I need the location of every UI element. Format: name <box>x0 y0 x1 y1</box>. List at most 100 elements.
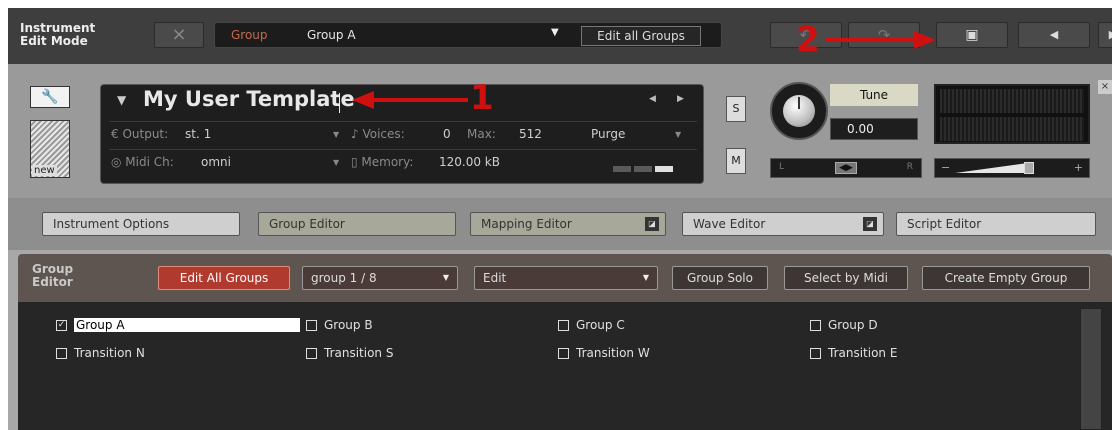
volume-fill <box>955 163 1028 173</box>
editor-tab-bar: Instrument Options Group Editor Mapping … <box>8 198 1112 250</box>
group-selector-label: Group <box>231 28 268 42</box>
pan-left-label: L <box>779 162 785 172</box>
tab-label: Group Editor <box>269 217 345 231</box>
edit-all-groups-toggle[interactable]: Edit all Groups <box>581 26 701 46</box>
mode-title: Instrument Edit Mode <box>20 22 95 48</box>
midi-channel-value[interactable]: omni <box>201 155 231 169</box>
close-instrument-icon[interactable]: × <box>1098 80 1112 94</box>
group-item[interactable]: Transition W <box>558 346 758 362</box>
level-meter-left <box>940 89 1084 113</box>
purge-indicator <box>613 161 676 175</box>
tab-wave-editor[interactable]: Wave Editor ◪ <box>682 212 884 236</box>
tune-label: Tune <box>830 84 918 106</box>
group-selector-value: Group A <box>307 28 356 42</box>
group-item-name[interactable]: Group C <box>576 318 625 332</box>
group-item[interactable]: Transition S <box>306 346 506 362</box>
knob-pointer <box>798 97 800 109</box>
group-selector[interactable]: Group Group A ▼ Edit all Groups <box>214 22 722 48</box>
checkbox-icon[interactable] <box>810 320 821 331</box>
group-item[interactable]: Transition N <box>56 346 276 362</box>
purge-menu[interactable]: Purge <box>591 127 625 141</box>
collapse-chevron-icon[interactable]: ▼ <box>117 93 126 107</box>
floppy-disk-icon: ▣ <box>965 27 979 43</box>
close-icon: × <box>171 24 187 45</box>
midi-channel-label: ◎ Midi Ch: <box>111 155 174 169</box>
mute-button[interactable]: M <box>726 148 746 174</box>
popout-icon[interactable]: ◪ <box>645 217 659 231</box>
volume-slider[interactable]: − + <box>934 158 1090 178</box>
tab-group-editor[interactable]: Group Editor <box>258 212 456 236</box>
purge-bar <box>634 166 652 172</box>
edit-menu-select[interactable]: Edit ▼ <box>474 266 658 290</box>
create-empty-group-button[interactable]: Create Empty Group <box>922 266 1090 290</box>
output-dropdown-icon[interactable]: ▼ <box>333 130 339 139</box>
close-edit-mode-button[interactable]: × <box>154 22 204 48</box>
tab-label: Wave Editor <box>693 217 766 231</box>
checkbox-icon[interactable] <box>558 348 569 359</box>
checkbox-icon[interactable] <box>56 348 67 359</box>
chevron-down-icon: ▼ <box>551 27 559 38</box>
checkbox-icon[interactable] <box>810 348 821 359</box>
previous-instrument-button[interactable]: ◀ <box>1018 22 1090 48</box>
group-item-name[interactable]: Group B <box>324 318 373 332</box>
text-cursor <box>339 93 340 113</box>
group-list-scrollbar[interactable] <box>1080 308 1102 430</box>
checkbox-checked-icon[interactable]: ✓ <box>56 320 67 331</box>
select-by-midi-button[interactable]: Select by Midi <box>784 266 908 290</box>
group-item[interactable]: Transition E <box>810 346 1010 362</box>
output-value[interactable]: st. 1 <box>185 127 211 141</box>
group-item-name[interactable]: Group D <box>828 318 878 332</box>
group-item-name[interactable]: Transition S <box>324 346 393 360</box>
purge-bar <box>613 166 631 172</box>
memory-label: ▯ Memory: <box>351 155 414 169</box>
pan-thumb[interactable]: ◀▶ <box>835 162 857 174</box>
group-item-name[interactable]: Group A <box>74 318 300 332</box>
group-item-name[interactable]: Transition W <box>576 346 650 360</box>
group-page-select-value: group 1 / 8 <box>311 271 377 285</box>
checkbox-icon[interactable] <box>306 348 317 359</box>
group-item[interactable]: Group D <box>810 318 1010 334</box>
instrument-nav-left-icon[interactable]: ◀ <box>649 94 656 104</box>
top-bar: Instrument Edit Mode × Group Group A ▼ E… <box>8 8 1112 64</box>
max-voices-value[interactable]: 512 <box>519 127 542 141</box>
group-item[interactable]: ✓ Group A <box>56 318 300 334</box>
instrument-edit-button[interactable]: 🔧 <box>30 86 70 108</box>
annotation-number-1: 1 <box>470 78 494 118</box>
purge-dropdown-icon[interactable]: ▼ <box>675 130 681 139</box>
wrench-icon: 🔧 <box>41 89 59 105</box>
tab-mapping-editor[interactable]: Mapping Editor ◪ <box>470 212 666 236</box>
memory-value: 120.00 kB <box>439 155 500 169</box>
pan-slider[interactable]: L ◀▶ R <box>770 158 922 178</box>
group-item-name[interactable]: Transition N <box>74 346 145 360</box>
tab-script-editor[interactable]: Script Editor <box>896 212 1096 236</box>
solo-button[interactable]: S <box>726 96 746 122</box>
redo-button[interactable]: ↷ <box>848 22 920 48</box>
instrument-nav-right-icon[interactable]: ▶ <box>677 94 684 104</box>
instrument-name-field[interactable]: My User Template <box>143 87 355 111</box>
group-item[interactable]: Group C <box>558 318 758 334</box>
edit-all-groups-button[interactable]: Edit All Groups <box>158 266 290 290</box>
instrument-thumbnail[interactable]: new <box>30 120 70 178</box>
save-button[interactable]: ▣ <box>936 22 1008 48</box>
tune-knob[interactable] <box>770 82 828 140</box>
tune-value[interactable]: 0.00 <box>830 118 918 140</box>
new-label: new <box>32 165 57 176</box>
tab-instrument-options[interactable]: Instrument Options <box>42 212 240 236</box>
group-item[interactable]: Group B <box>306 318 506 334</box>
next-instrument-button[interactable]: ▶ <box>1098 22 1112 48</box>
checkbox-icon[interactable] <box>558 320 569 331</box>
volume-thumb[interactable] <box>1023 162 1034 174</box>
group-page-select[interactable]: group 1 / 8 ▼ <box>302 266 458 290</box>
annotation-arrow-2-head <box>914 31 936 49</box>
tab-label: Instrument Options <box>53 217 170 231</box>
midi-channel-dropdown-icon[interactable]: ▼ <box>333 158 339 167</box>
popout-icon[interactable]: ◪ <box>863 217 877 231</box>
group-solo-button[interactable]: Group Solo <box>672 266 768 290</box>
group-item-name[interactable]: Transition E <box>828 346 897 360</box>
annotation-arrow-1-line <box>372 98 468 102</box>
annotation-arrow-1-head <box>352 91 374 109</box>
checkbox-icon[interactable] <box>306 320 317 331</box>
tab-label: Mapping Editor <box>481 217 572 231</box>
group-editor-title-line2: Editor <box>32 275 73 289</box>
tab-label: Script Editor <box>907 217 982 231</box>
